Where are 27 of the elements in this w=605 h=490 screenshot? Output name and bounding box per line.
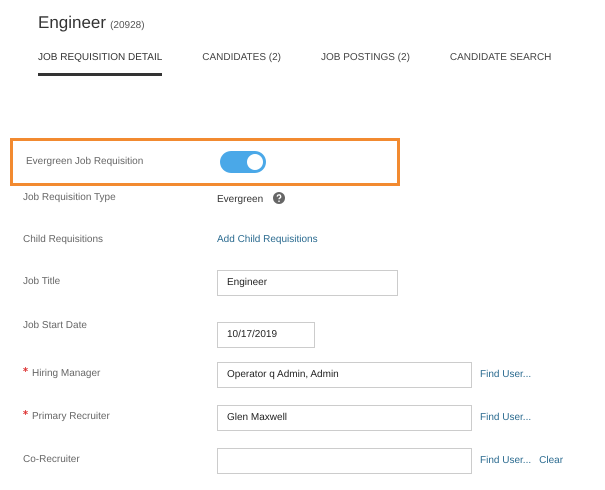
requisition-id: (20928) — [110, 19, 145, 33]
action-link[interactable]: Find User... — [480, 367, 532, 382]
input-field[interactable]: Glen Maxwell — [217, 404, 472, 430]
field-label: Job Title — [23, 274, 60, 288]
action-link[interactable]: Find User... — [480, 453, 532, 468]
tab[interactable]: CANDIDATES (2) — [202, 50, 281, 76]
action-link[interactable]: Find User... — [480, 410, 532, 425]
field-label: Evergreen Job Requisition — [26, 155, 144, 169]
input-field[interactable]: Operator q Admin, Admin — [217, 362, 472, 388]
field-label: Co-Recruiter — [23, 452, 80, 466]
field-label: Job Requisition Type — [23, 190, 116, 204]
field-label: Job Start Date — [23, 318, 87, 332]
toggle-switch[interactable] — [220, 150, 266, 172]
tab[interactable]: JOB POSTINGS (2) — [321, 50, 410, 76]
field-label: Child Requisitions — [23, 232, 104, 246]
input-field[interactable]: Engineer — [217, 270, 398, 296]
field-label: Primary Recruiter — [32, 410, 110, 424]
input-field[interactable] — [217, 448, 472, 474]
action-link[interactable]: Clear — [539, 453, 564, 468]
tab[interactable]: JOB REQUISITION DETAIL — [38, 50, 162, 76]
field-value: Evergreen — [217, 192, 264, 206]
page-title: Engineer — [38, 12, 106, 34]
help-icon[interactable] — [273, 192, 286, 204]
add-child-link[interactable]: Add Child Requisitions — [217, 228, 318, 246]
tab[interactable]: CANDIDATE SEARCH — [450, 50, 552, 76]
field-label: Hiring Manager — [32, 366, 100, 380]
input-field[interactable]: 10/17/2019 — [217, 322, 315, 348]
